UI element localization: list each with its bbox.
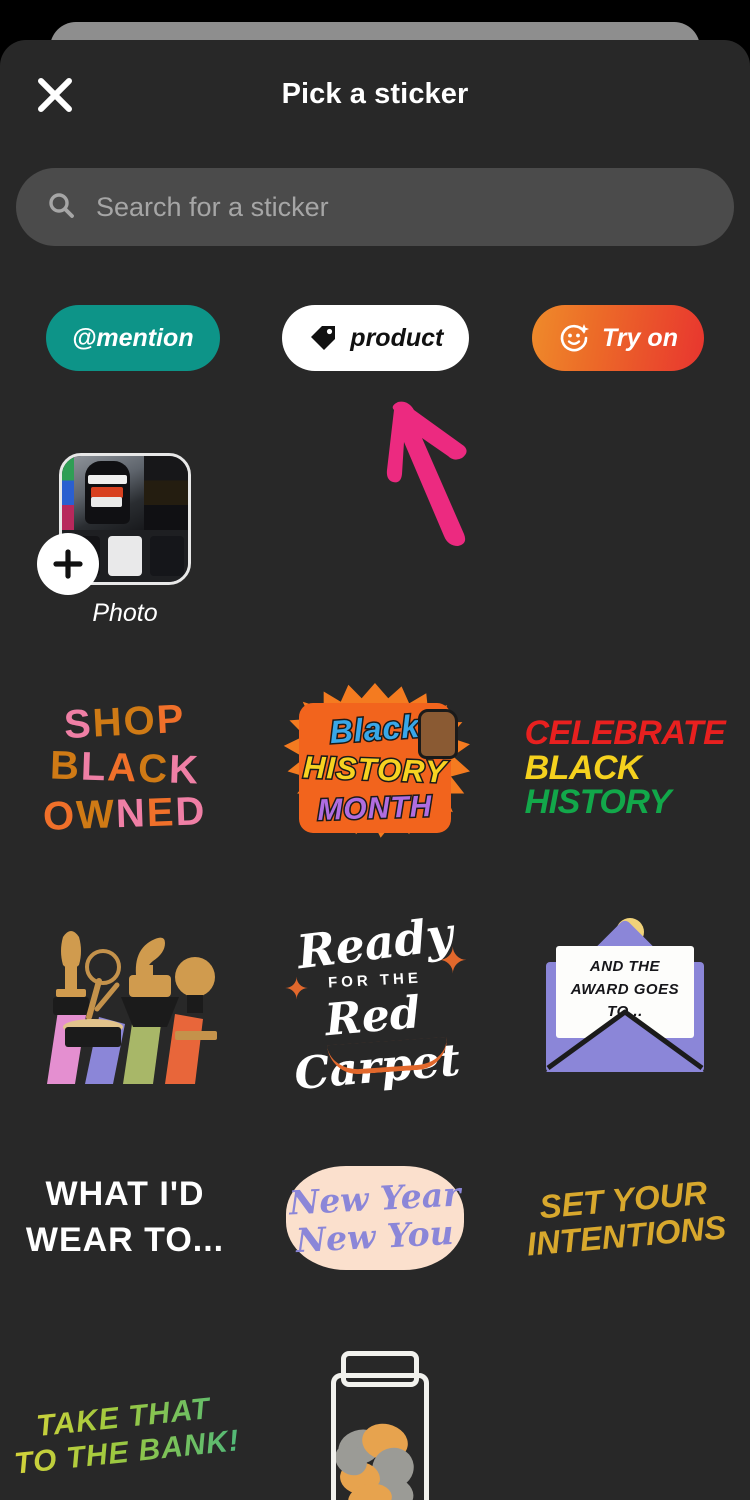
search-icon: [46, 190, 76, 225]
raised-fist-icon: [417, 709, 458, 759]
cbh-line-1: CELEBRATE: [524, 713, 726, 752]
smiley-sparkle-icon: [558, 322, 590, 354]
mention-label: @mention: [72, 323, 194, 352]
cbh-line-3: HISTORY: [524, 783, 672, 822]
shop-black-owned-art: SHOP BLACK OWNED: [42, 696, 208, 839]
set-your-intentions-art: SET YOUR INTENTIONS: [522, 1173, 727, 1263]
sticker-coin-jar[interactable]: [250, 1335, 500, 1500]
photo-tile-label: Photo: [92, 598, 158, 627]
sticker-row: SHOP BLACK OWNED Black HISTORY MONTH CEL…: [0, 662, 750, 874]
new-year-new-you-art: New Year New You: [280, 1158, 470, 1278]
cbh-line-2: BLACK: [524, 748, 642, 787]
sticker-picker-modal: Pick a sticker Search for a sticker @men…: [0, 40, 750, 1500]
grid-empty-cell: [250, 440, 500, 640]
page-title: Pick a sticker: [281, 78, 469, 110]
take-that-to-the-bank-art: TAKE THAT TO THE BANK!: [9, 1389, 241, 1481]
phone-screen: Pick a sticker Search for a sticker @men…: [0, 0, 750, 1500]
coin-jar-art: [315, 1351, 435, 1500]
award-trophies-art: [25, 909, 225, 1084]
sticker-new-year-new-you[interactable]: New Year New You: [250, 1118, 500, 1318]
sticker-celebrate-black-history[interactable]: CELEBRATE BLACK HISTORY: [500, 662, 750, 874]
env-line-1: AND THE: [589, 958, 661, 975]
modal-header: Pick a sticker: [0, 40, 750, 140]
photo-sticker-tile[interactable]: Photo: [0, 440, 250, 640]
sticker-what-id-wear-to[interactable]: WHAT I'D WEAR TO...: [0, 1118, 250, 1318]
sticker-black-history-month[interactable]: Black HISTORY MONTH: [250, 662, 500, 874]
sticker-row: WHAT I'D WEAR TO... New Year New You SET…: [0, 1118, 750, 1318]
mention-sticker-button[interactable]: @mention: [46, 305, 220, 371]
sticker-grid: Photo SHOP BLACK OWNED Black HISTORY MON…: [0, 400, 750, 1500]
sticker-shop-black-owned[interactable]: SHOP BLACK OWNED: [0, 662, 250, 874]
sticker-and-the-award-goes-to[interactable]: AND THE AWARD GOES TO...: [500, 890, 750, 1102]
bhm-line-3: MONTH: [315, 788, 434, 828]
sticker-row: Photo: [0, 440, 750, 640]
nyny-line-2: New You: [295, 1212, 455, 1261]
grid-empty-cell: [500, 440, 750, 640]
wiw-line-2: WEAR TO...: [25, 1221, 225, 1259]
celebrate-black-history-art: CELEBRATE BLACK HISTORY: [525, 716, 726, 820]
award-envelope-art: AND THE AWARD GOES TO...: [540, 916, 710, 1076]
price-tag-icon: [308, 323, 338, 353]
try-on-sticker-button[interactable]: Try on: [532, 305, 704, 371]
sticker-row: TAKE THAT TO THE BANK!: [0, 1335, 750, 1500]
product-sticker-button[interactable]: product: [282, 305, 470, 371]
sticker-take-that-to-the-bank[interactable]: TAKE THAT TO THE BANK!: [0, 1335, 250, 1500]
search-input[interactable]: Search for a sticker: [16, 168, 734, 246]
ready-red-carpet-art: ✦ ✦ Ready FOR THE Red Carpet: [280, 907, 470, 1100]
photo-thumbnail[interactable]: [36, 452, 191, 595]
try-on-label: Try on: [602, 323, 678, 352]
search-placeholder: Search for a sticker: [96, 191, 329, 222]
sticker-ready-red-carpet[interactable]: ✦ ✦ Ready FOR THE Red Carpet: [250, 890, 500, 1102]
black-history-month-art: Black HISTORY MONTH: [280, 683, 470, 853]
wiw-line-1: WHAT I'D: [45, 1175, 205, 1214]
sticker-row: ✦ ✦ Ready FOR THE Red Carpet AND THE AWA…: [0, 890, 750, 1102]
plus-icon[interactable]: [36, 532, 99, 595]
sticker-award-trophies[interactable]: [0, 890, 250, 1102]
grid-empty-cell: [500, 1335, 750, 1500]
product-label: product: [350, 323, 444, 352]
sticker-set-your-intentions[interactable]: SET YOUR INTENTIONS: [500, 1118, 750, 1318]
sticker-category-pills: @mention product Try on: [0, 305, 750, 371]
what-id-wear-to-art: WHAT I'D WEAR TO...: [26, 1172, 224, 1264]
